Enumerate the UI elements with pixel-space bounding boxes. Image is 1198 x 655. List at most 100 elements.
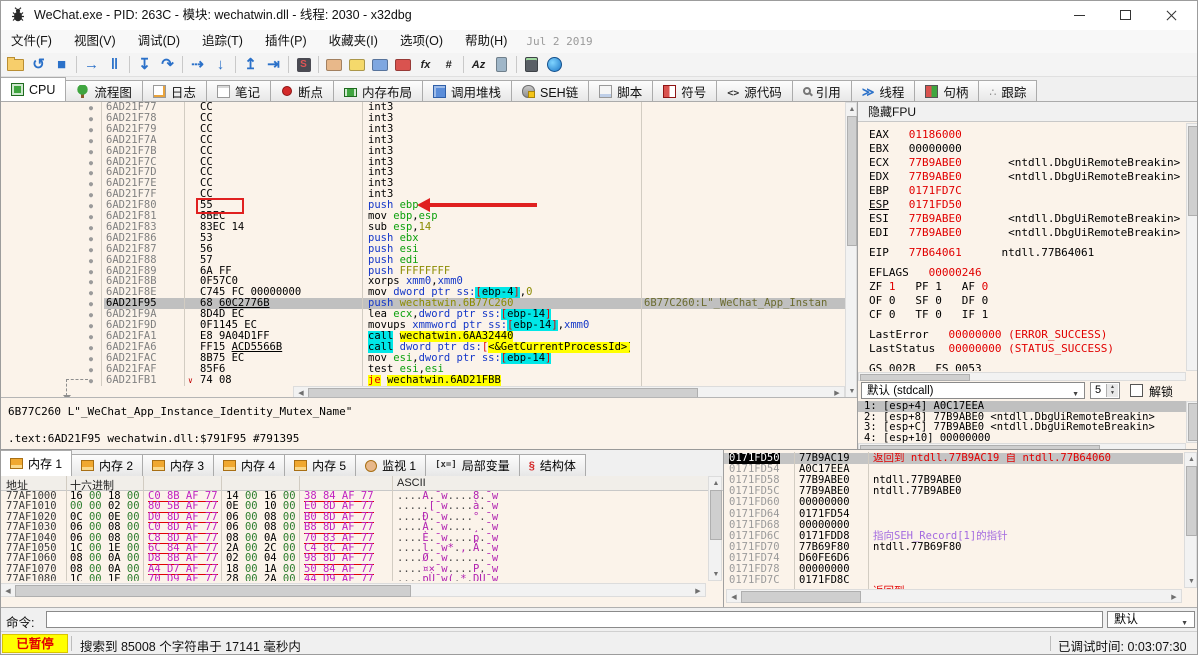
- tab-memory-map[interactable]: 内存布局: [332, 80, 423, 101]
- arguments-v-scrollbar[interactable]: [1186, 401, 1198, 443]
- tab-graph[interactable]: 流程图: [65, 80, 143, 101]
- scroll-thumb[interactable]: [741, 591, 861, 603]
- argument-row[interactable]: 4: [esp+10] 00000000: [864, 432, 1186, 444]
- scroll-thumb[interactable]: [1188, 403, 1198, 441]
- tab-script[interactable]: 脚本: [588, 80, 654, 101]
- dump-tab-dump2[interactable]: 内存 2: [71, 454, 144, 476]
- stop-button[interactable]: ■: [50, 54, 73, 75]
- stack-row[interactable]: 0171FD7C 0171FD8C: [724, 574, 1183, 586]
- stack-row[interactable]: 0171FD60 00000000: [724, 497, 1183, 508]
- open-file-button[interactable]: [4, 54, 27, 75]
- register-line[interactable]: ECX 77B9ABE0 <ntdll.DbgUiRemoteBreakin>: [869, 156, 1180, 170]
- tab-trace[interactable]: 跟踪: [978, 80, 1038, 101]
- command-profile-select[interactable]: 默认: [1107, 611, 1195, 631]
- tab-symbols[interactable]: 符号: [652, 80, 718, 101]
- scroll-thumb[interactable]: [15, 585, 411, 597]
- step-out-button[interactable]: ↓: [209, 54, 232, 75]
- execute-till-return-button[interactable]: ↥: [239, 54, 262, 75]
- register-line[interactable]: OF 0 SF 0 DF 0: [869, 294, 988, 308]
- disasm-h-scrollbar[interactable]: [293, 386, 845, 397]
- stack-row[interactable]: 0171FD74 D60FE6D6: [724, 552, 1183, 564]
- register-line[interactable]: EBX 00000000: [869, 142, 962, 156]
- scroll-thumb[interactable]: [1186, 466, 1197, 536]
- disasm-row[interactable]: 6AD21F8857push edi: [0, 254, 845, 266]
- scroll-thumb[interactable]: [308, 388, 698, 397]
- scroll-up-icon[interactable]: [847, 104, 857, 114]
- disasm-v-scrollbar[interactable]: [845, 102, 857, 397]
- disasm-row[interactable]: 6AD21F7BCCint3: [0, 145, 845, 157]
- register-line[interactable]: EDI 77B9ABE0 <ntdll.DbgUiRemoteBreakin>: [869, 226, 1180, 240]
- dump-tab-dump5[interactable]: 内存 5: [284, 454, 357, 476]
- menu-view[interactable]: 视图(V): [63, 30, 127, 53]
- stepper-down-icon[interactable]: [1106, 390, 1118, 397]
- scroll-left-icon[interactable]: [295, 388, 307, 397]
- stack-h-scrollbar[interactable]: [726, 589, 1182, 603]
- scroll-thumb[interactable]: [860, 374, 970, 381]
- scroll-left-icon[interactable]: [2, 585, 14, 597]
- hide-fpu-button[interactable]: 隐藏FPU: [858, 102, 1198, 122]
- run-to-cursor-button[interactable]: ⇢: [186, 54, 209, 75]
- scroll-down-icon[interactable]: [847, 386, 857, 396]
- run-to-user-code-button[interactable]: ⇥: [262, 54, 285, 75]
- registers-v-scrollbar[interactable]: [1186, 123, 1198, 371]
- register-line[interactable]: ZF 1 PF 1 AF 0: [869, 280, 988, 294]
- tab-log[interactable]: 日志: [141, 80, 207, 101]
- scroll-right-icon[interactable]: [1168, 591, 1180, 603]
- menu-favourites[interactable]: 收藏夹(I): [318, 30, 389, 53]
- register-line[interactable]: EIP 77B64061 ntdll.77B64061: [869, 246, 1094, 260]
- strings-button[interactable]: Az: [467, 54, 490, 75]
- disasm-row[interactable]: 6AD21FB1 74 08 je wechatwin.6AD21FBB: [0, 374, 845, 387]
- tab-source[interactable]: 源代码: [716, 80, 793, 101]
- stack-row[interactable]: 0171FD5C 77B9ABE0 ntdll.77B9ABE0: [724, 486, 1183, 497]
- tab-threads[interactable]: 线程: [850, 80, 916, 101]
- scroll-down-icon[interactable]: [1186, 576, 1197, 586]
- dump-tab-dump3[interactable]: 内存 3: [142, 454, 215, 476]
- minimize-button[interactable]: [1056, 0, 1102, 30]
- step-over-button[interactable]: ↷: [156, 54, 179, 75]
- stack-row[interactable]: 0171FD78 00000000: [724, 563, 1183, 575]
- menu-options[interactable]: 选项(O): [389, 30, 454, 53]
- dump-row[interactable]: 77AF1080 1C 00 1E 00 70 D9 AF 77 28 00 2A 0…: [0, 574, 708, 581]
- functions-button[interactable]: fx: [414, 54, 437, 75]
- tab-breakpoints[interactable]: 断点: [269, 80, 334, 101]
- step-into-button[interactable]: ↧: [133, 54, 156, 75]
- dump-tab-watch1[interactable]: 监视 1: [355, 454, 427, 476]
- register-line[interactable]: ESI 77B9ABE0 <ntdll.DbgUiRemoteBreakin>: [869, 212, 1180, 226]
- register-line[interactable]: EBP 0171FD7C: [869, 184, 962, 198]
- tab-references[interactable]: 引用: [791, 80, 852, 101]
- bookmarks-button[interactable]: [391, 54, 414, 75]
- menu-trace[interactable]: 追踪(T): [191, 30, 254, 53]
- register-line[interactable]: CF 0 TF 0 IF 1: [869, 308, 988, 322]
- scroll-right-icon[interactable]: [831, 388, 843, 397]
- patches-button[interactable]: [322, 54, 345, 75]
- register-line[interactable]: ESP 0171FD50: [869, 198, 962, 212]
- dump-tab-dump4[interactable]: 内存 4: [213, 454, 286, 476]
- argument-row[interactable]: 1: [esp+4] A0C17EEA: [858, 401, 1186, 412]
- breakpoint-dot-icon[interactable]: [85, 375, 97, 387]
- scroll-down-icon[interactable]: [710, 569, 722, 579]
- memory-map-button[interactable]: #: [437, 54, 460, 75]
- comments-button[interactable]: [345, 54, 368, 75]
- stack-row[interactable]: 0171FD64 0171FD54: [724, 508, 1183, 520]
- argument-depth-stepper[interactable]: 5: [1090, 382, 1120, 399]
- tab-cpu[interactable]: CPU: [0, 77, 67, 101]
- restart-button[interactable]: ↺: [27, 54, 50, 75]
- menu-help[interactable]: 帮助(H): [454, 30, 518, 53]
- close-button[interactable]: [1148, 0, 1194, 30]
- scroll-up-icon[interactable]: [1186, 454, 1197, 464]
- stack-v-scrollbar[interactable]: [1184, 452, 1197, 588]
- tab-notes[interactable]: 笔记: [205, 80, 271, 101]
- menu-plugins[interactable]: 插件(P): [254, 30, 318, 53]
- argument-row[interactable]: 3: [esp+C] 77B9ABE0 <ntdll.DbgUiRemoteBr…: [864, 422, 1186, 433]
- register-line[interactable]: EAX 01186000: [869, 128, 962, 142]
- dump-tab-dump1[interactable]: 内存 1: [0, 450, 73, 476]
- internet-button[interactable]: [543, 54, 566, 75]
- unlock-checkbox[interactable]: [1130, 384, 1143, 397]
- registers-h-scrollbar[interactable]: [858, 372, 1186, 381]
- run-button[interactable]: →: [80, 54, 103, 75]
- register-line[interactable]: EDX 77B9ABE0 <ntdll.DbgUiRemoteBreakin>: [869, 170, 1180, 184]
- calling-convention-select[interactable]: 默认 (stdcall): [861, 382, 1085, 403]
- scroll-thumb[interactable]: [847, 116, 857, 246]
- dump-tab-locals[interactable]: [x=] 局部变量: [425, 454, 520, 476]
- scroll-up-icon[interactable]: [710, 478, 722, 488]
